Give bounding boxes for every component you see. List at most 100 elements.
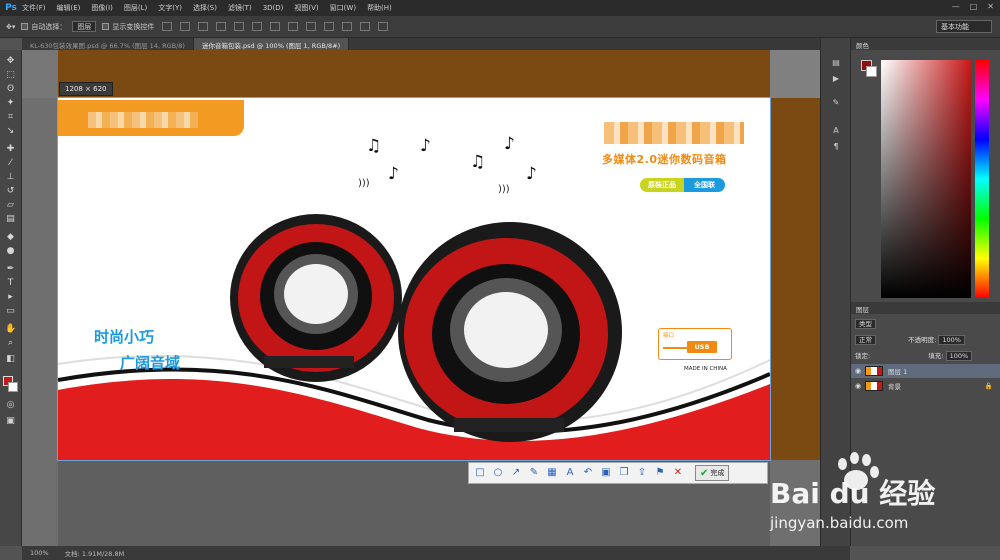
align-right-icon[interactable] xyxy=(252,22,263,31)
close-icon[interactable]: ✕ xyxy=(987,2,994,11)
auto-select-checkbox[interactable] xyxy=(21,23,29,30)
menu-3d[interactable]: 3D(D) xyxy=(263,4,284,12)
distribute-right-icon[interactable] xyxy=(360,22,371,31)
blend-mode-dropdown[interactable]: 正常 xyxy=(855,335,876,345)
pen-icon[interactable]: ✒ xyxy=(5,264,16,275)
paragraph-panel-icon[interactable]: ¶ xyxy=(830,142,842,152)
layer-thumbnail xyxy=(865,366,883,376)
tools-panel: ✥ ⬚ ʘ ✦ ⌗ ↘ ✚ ⁄ ⊥ ↺ ▱ ▤ ◆ ● ✒ T ▸ ▭ ✋ ⌕ … xyxy=(0,50,22,546)
brush-icon[interactable]: ⁄ xyxy=(5,158,16,169)
menu-type[interactable]: 文字(Y) xyxy=(158,3,182,13)
move-tool-icon[interactable]: ✥▾ xyxy=(6,23,15,31)
undo-icon[interactable]: ↶ xyxy=(581,466,595,480)
text-tool-icon[interactable]: A xyxy=(563,466,577,480)
blur-icon[interactable]: ◆ xyxy=(5,232,16,243)
magic-wand-icon[interactable]: ✦ xyxy=(5,98,16,109)
dodge-icon[interactable]: ● xyxy=(5,246,16,257)
layer-thumbnail xyxy=(865,381,883,391)
music-note-icon: ♪ xyxy=(388,164,399,184)
share-icon[interactable]: ⇪ xyxy=(635,466,649,480)
path-select-icon[interactable]: ▸ xyxy=(5,292,16,303)
menu-select[interactable]: 选择(S) xyxy=(193,3,217,13)
screen-mode-icon[interactable]: ▣ xyxy=(5,416,16,427)
quick-mask-icon[interactable]: ◎ xyxy=(5,400,16,411)
menu-image[interactable]: 图像(I) xyxy=(91,3,113,13)
history-panel-icon[interactable]: ▤ xyxy=(830,58,842,68)
align-left-icon[interactable] xyxy=(216,22,227,31)
history-brush-icon[interactable]: ↺ xyxy=(5,186,16,197)
marquee-icon[interactable]: ⬚ xyxy=(5,70,16,81)
actions-panel-icon[interactable]: ▶ xyxy=(830,74,842,84)
arrow-tool-icon[interactable]: ↗ xyxy=(509,466,523,480)
layer-kind-dropdown[interactable]: 类型 xyxy=(855,319,876,329)
align-center-icon[interactable] xyxy=(234,22,245,31)
done-button[interactable]: ✔ 完成 xyxy=(695,465,730,481)
opacity-input[interactable]: 100% xyxy=(938,335,965,345)
minimize-icon[interactable]: — xyxy=(952,2,960,11)
distribute-bottom-icon[interactable] xyxy=(306,22,317,31)
zoom-icon[interactable]: ⌕ xyxy=(5,338,16,349)
save-icon[interactable]: ▣ xyxy=(599,466,613,480)
hue-slider[interactable] xyxy=(975,60,989,298)
distribute-center-icon[interactable] xyxy=(342,22,353,31)
workspace-dropdown[interactable]: 基本功能 xyxy=(936,20,992,33)
ellipse-tool-icon[interactable]: ○ xyxy=(491,466,505,480)
maximize-icon[interactable]: □ xyxy=(970,2,978,11)
align-top-icon[interactable] xyxy=(162,22,173,31)
menu-file[interactable]: 文件(F) xyxy=(22,3,46,13)
pin-icon[interactable]: ⚑ xyxy=(653,466,667,480)
canvas-area[interactable]: 多媒体2.0迷你数码音箱 原装正品 全国联 时尚小巧 广阔音域 接口 USB M… xyxy=(22,50,820,546)
panel-background-swatch[interactable] xyxy=(866,66,877,77)
menu-view[interactable]: 视图(V) xyxy=(294,3,318,13)
menu-help[interactable]: 帮助(H) xyxy=(367,3,392,13)
pencil-tool-icon[interactable]: ✎ xyxy=(527,466,541,480)
color-picker-field[interactable] xyxy=(881,60,971,298)
background-color-swatch[interactable] xyxy=(8,382,18,392)
tab-document-2[interactable]: 迷你音箱包装.psd @ 100% (图层 1, RGB/8#) xyxy=(193,38,350,50)
crop-icon[interactable]: ⌗ xyxy=(5,112,16,123)
feature-badges: 原装正品 全国联 xyxy=(640,178,725,192)
character-panel-icon[interactable]: A xyxy=(830,126,842,136)
usb-plug-label: USB xyxy=(687,341,717,353)
healing-brush-icon[interactable]: ✚ xyxy=(5,144,16,155)
layer-row[interactable]: ◉ 图层 1 xyxy=(851,364,1000,378)
eraser-icon[interactable]: ▱ xyxy=(5,200,16,211)
align-bottom-icon[interactable] xyxy=(198,22,209,31)
distribute-middle-icon[interactable] xyxy=(288,22,299,31)
distribute-top-icon[interactable] xyxy=(270,22,281,31)
eyedropper-icon[interactable]: ↘ xyxy=(5,126,16,137)
3d-mode-icon[interactable] xyxy=(378,22,389,31)
eye-icon[interactable]: ◉ xyxy=(851,367,865,375)
zoom-level[interactable]: 100% xyxy=(30,549,49,557)
rectangle-tool-icon[interactable]: □ xyxy=(473,466,487,480)
auto-select-label: 自动选择： xyxy=(31,22,67,31)
clone-stamp-icon[interactable]: ⊥ xyxy=(5,172,16,183)
auto-select-dropdown[interactable]: 图层 xyxy=(72,21,97,32)
lock-label: 锁定: xyxy=(855,352,871,360)
move-icon[interactable]: ✥ xyxy=(5,56,16,67)
align-middle-icon[interactable] xyxy=(180,22,191,31)
menu-filter[interactable]: 滤镜(T) xyxy=(228,3,252,13)
menu-edit[interactable]: 编辑(E) xyxy=(57,3,81,13)
copy-icon[interactable]: ❐ xyxy=(617,466,631,480)
fill-input[interactable]: 100% xyxy=(945,351,973,361)
layer-row[interactable]: ◉ 背景 🔒 xyxy=(851,379,1000,393)
mosaic-tool-icon[interactable]: ▦ xyxy=(545,466,559,480)
lasso-icon[interactable]: ʘ xyxy=(5,84,16,95)
type-icon[interactable]: T xyxy=(5,278,16,289)
product-banner-image[interactable]: 多媒体2.0迷你数码音箱 原装正品 全国联 时尚小巧 广阔音域 接口 USB M… xyxy=(57,97,771,461)
show-transform-checkbox[interactable] xyxy=(102,23,110,30)
brush-panel-icon[interactable]: ✎ xyxy=(830,98,842,108)
distribute-left-icon[interactable] xyxy=(324,22,335,31)
menu-window[interactable]: 窗口(W) xyxy=(330,3,356,13)
canvas-dimension-label: 1208 × 620 xyxy=(59,82,113,96)
watermark-brand: Bai du 经验 xyxy=(770,477,936,510)
tab-document-1[interactable]: KL-630包装效果图.psd @ 66.7% (图层 14, RGB/8) xyxy=(22,38,194,50)
rectangle-icon[interactable]: ▭ xyxy=(5,306,16,317)
hand-icon[interactable]: ✋ xyxy=(5,324,16,335)
cancel-icon[interactable]: ✕ xyxy=(671,466,685,480)
gradient-icon[interactable]: ▤ xyxy=(5,214,16,225)
default-colors-icon[interactable]: ◧ xyxy=(5,354,16,365)
eye-icon[interactable]: ◉ xyxy=(851,382,865,390)
menu-layer[interactable]: 图层(L) xyxy=(124,3,147,13)
